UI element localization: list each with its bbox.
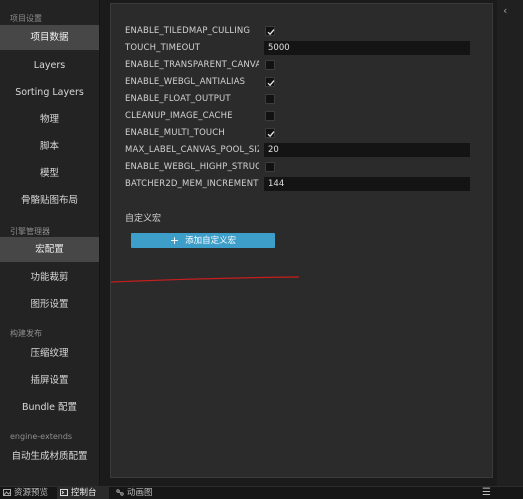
- sidebar-item-splash-settings[interactable]: 插屏设置: [0, 368, 99, 393]
- custom-macro-title: 自定义宏: [125, 214, 162, 224]
- sidebar-item-physics[interactable]: 物理: [0, 107, 99, 132]
- tab-label: 控制台: [71, 488, 97, 498]
- image-icon: [3, 489, 11, 496]
- tab-label: 动画图: [127, 488, 153, 498]
- macro-row: MAX_LABEL_CANVAS_POOL_SIZE: [125, 143, 477, 157]
- sidebar-item-bundle-config[interactable]: Bundle 配置: [0, 395, 99, 420]
- sidebar-item-layers[interactable]: Layers: [0, 53, 99, 78]
- tab-asset-preview[interactable]: 资源预览: [0, 487, 55, 499]
- macro-label: ENABLE_TRANSPARENT_CANVAS: [125, 60, 259, 70]
- terminal-icon: [60, 489, 68, 496]
- macro-label: TOUCH_TIMEOUT: [125, 43, 201, 53]
- hamburger-menu-icon[interactable]: ☰: [482, 487, 491, 499]
- macro-label: MAX_LABEL_CANVAS_POOL_SIZE: [125, 145, 259, 155]
- sidebar-item-feature-cropping[interactable]: 功能裁剪: [0, 265, 99, 290]
- macro-label: ENABLE_FLOAT_OUTPUT: [125, 94, 231, 104]
- add-custom-macro-label: 添加自定义宏: [185, 236, 237, 246]
- macro-row: ENABLE_WEBGL_HIGHP_STRUCT_VALUES: [125, 160, 477, 174]
- macro-checkbox[interactable]: [265, 162, 275, 172]
- checkmark-icon: [267, 131, 275, 138]
- settings-sidebar: 项目设置 项目数据 Layers Sorting Layers 物理 脚本 模型…: [0, 0, 100, 486]
- macro-checkbox[interactable]: [265, 111, 275, 121]
- add-custom-macro-button[interactable]: + 添加自定义宏: [131, 233, 275, 248]
- right-side-panel: [497, 0, 523, 486]
- macro-row: TOUCH_TIMEOUT: [125, 41, 477, 55]
- macro-value-input[interactable]: [264, 143, 470, 157]
- macro-row: ENABLE_FLOAT_OUTPUT: [125, 92, 477, 106]
- macro-config-panel: ENABLE_TILEDMAP_CULLING TOUCH_TIMEOUT EN…: [110, 3, 493, 478]
- macro-checkbox[interactable]: [265, 128, 275, 138]
- section-label-project-settings: 项目设置: [10, 14, 42, 23]
- sidebar-item-skeleton-texture-layout[interactable]: 骨骼贴图布局: [0, 188, 99, 213]
- macro-label: ENABLE_TILEDMAP_CULLING: [125, 26, 251, 36]
- macro-value-input[interactable]: [264, 41, 470, 55]
- macro-row: CLEANUP_IMAGE_CACHE: [125, 109, 477, 123]
- chevron-left-icon[interactable]: ‹: [503, 4, 507, 17]
- macro-label: BATCHER2D_MEM_INCREMENT: [125, 179, 259, 189]
- macro-row: ENABLE_MULTI_TOUCH: [125, 126, 477, 140]
- sidebar-item-model[interactable]: 模型: [0, 161, 99, 186]
- checkmark-icon: [267, 29, 275, 36]
- sidebar-item-macro-config[interactable]: 宏配置: [0, 237, 99, 262]
- red-annotation-line: [111, 276, 300, 283]
- macro-checkbox[interactable]: [265, 77, 275, 87]
- sidebar-item-graphics-settings[interactable]: 图形设置: [0, 292, 99, 317]
- section-label-engine-extends: engine-extends: [10, 432, 73, 441]
- macro-label: CLEANUP_IMAGE_CACHE: [125, 111, 233, 121]
- macro-checkbox[interactable]: [265, 26, 275, 36]
- section-label-build-publish: 构建发布: [10, 329, 42, 338]
- plus-icon: +: [169, 234, 180, 247]
- section-label-engine-manager: 引擎管理器: [10, 227, 50, 236]
- macro-label: ENABLE_WEBGL_HIGHP_STRUCT_VALUES: [125, 162, 259, 172]
- sidebar-item-texture-compression[interactable]: 压缩纹理: [0, 341, 99, 366]
- sidebar-item-scripts[interactable]: 脚本: [0, 134, 99, 159]
- sidebar-item-project-data[interactable]: 项目数据: [0, 25, 99, 50]
- macro-checkbox[interactable]: [265, 60, 275, 70]
- sidebar-item-auto-material-config[interactable]: 自动生成材质配置: [0, 444, 99, 469]
- macro-label: ENABLE_MULTI_TOUCH: [125, 128, 225, 138]
- tab-label: 资源预览: [14, 488, 49, 498]
- sidebar-item-sorting-layers[interactable]: Sorting Layers: [0, 80, 99, 105]
- macro-value-input[interactable]: [264, 177, 470, 191]
- checkmark-icon: [267, 80, 275, 87]
- macro-checkbox[interactable]: [265, 94, 275, 104]
- bottom-tab-bar: 资源预览 控制台 动画图 ☰: [0, 486, 523, 499]
- macro-label: ENABLE_WEBGL_ANTIALIAS: [125, 77, 246, 87]
- macro-row: ENABLE_WEBGL_ANTIALIAS: [125, 75, 477, 89]
- graph-icon: [116, 489, 124, 496]
- tab-console[interactable]: 控制台: [57, 487, 109, 499]
- macro-row: ENABLE_TILEDMAP_CULLING: [125, 24, 477, 38]
- tab-animation-graph[interactable]: 动画图: [113, 487, 163, 499]
- macro-row: ENABLE_TRANSPARENT_CANVAS: [125, 58, 477, 72]
- macro-row: BATCHER2D_MEM_INCREMENT: [125, 177, 477, 191]
